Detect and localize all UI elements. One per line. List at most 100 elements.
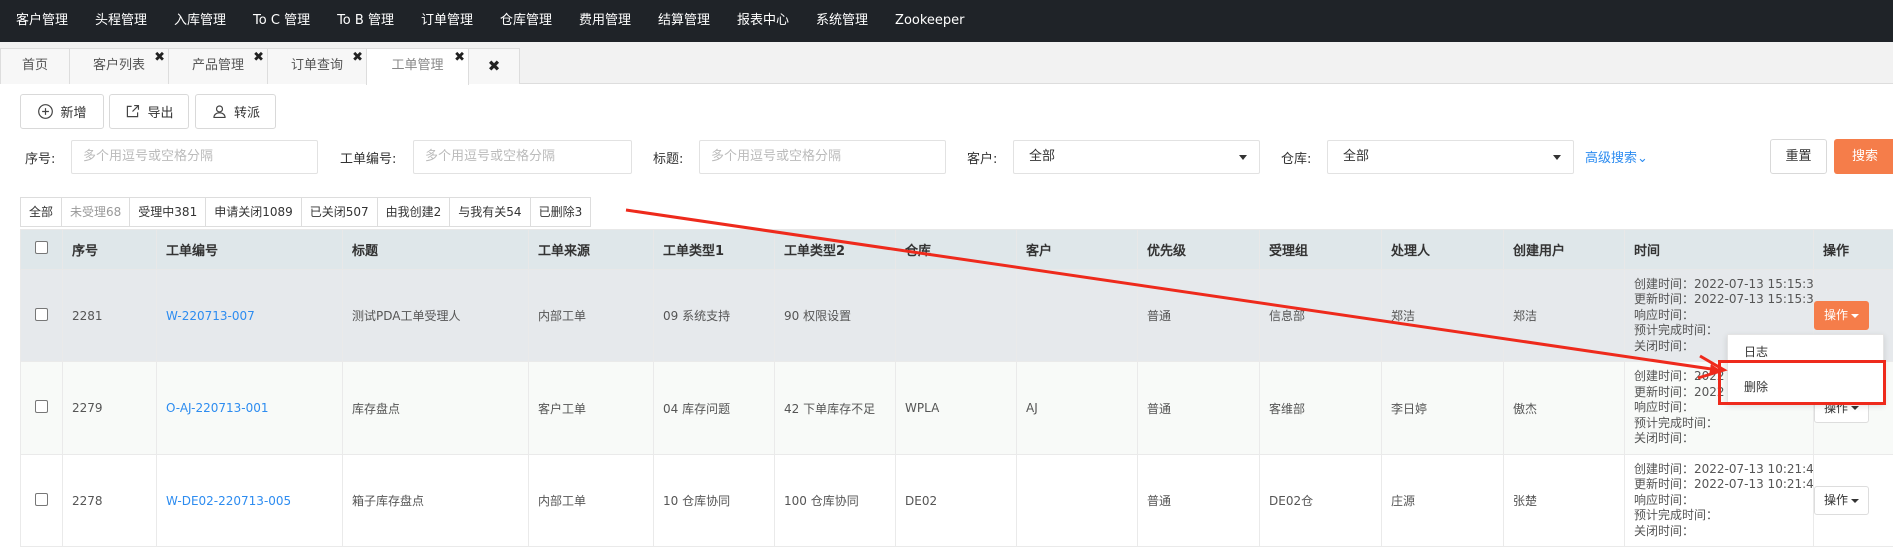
cell-ticket-no: W-DE02-220713-005: [157, 455, 343, 547]
nav-first-leg-mgmt[interactable]: 头程管理: [85, 0, 157, 42]
status-tab-deleted[interactable]: 已删除3: [531, 198, 591, 226]
reset-button[interactable]: 重置: [1770, 139, 1827, 174]
cell-type2: 42 下单库存不足: [775, 362, 896, 455]
warehouse-select[interactable]: 全部: [1327, 140, 1574, 174]
table-row[interactable]: 2281 W-220713-007 测试PDA工单受理人 内部工单 09 系统支…: [21, 270, 1893, 362]
cell-warehouse: DE02: [896, 455, 1017, 547]
ticket-no-link[interactable]: W-220713-007: [166, 309, 255, 323]
title-label: 标题:: [653, 148, 683, 167]
export-button[interactable]: 导出: [109, 94, 189, 129]
cell-type1: 04 库存问题: [654, 362, 775, 455]
advanced-search-label: 高级搜索: [1585, 151, 1637, 166]
cell-warehouse: WPLA: [896, 362, 1017, 455]
caret-down-icon: [1553, 155, 1561, 160]
ticket-no-link[interactable]: W-DE02-220713-005: [166, 494, 291, 508]
transfer-button-label: 转派: [234, 102, 260, 121]
search-button[interactable]: 搜索: [1834, 139, 1893, 174]
nav-tob-mgmt[interactable]: To B 管理: [327, 0, 404, 42]
cell-group: 信息部: [1260, 270, 1382, 362]
nav-inbound-mgmt[interactable]: 入库管理: [164, 0, 236, 42]
status-tab-processing[interactable]: 受理中381: [130, 198, 206, 226]
tab-customer-list[interactable]: 客户列表 ✖: [69, 48, 169, 84]
status-tab-closed[interactable]: 已关闭507: [302, 198, 378, 226]
closed-time: 关闭时间：: [1634, 431, 1813, 447]
response-time: 响应时间：: [1634, 493, 1813, 509]
row-checkbox-cell: [21, 455, 63, 547]
status-tab-close-requested[interactable]: 申请关闭1089: [206, 198, 302, 226]
table-row[interactable]: 2278 W-DE02-220713-005 箱子库存盘点 内部工单 10 仓库…: [21, 455, 1893, 547]
status-tab-all[interactable]: 全部: [21, 198, 62, 226]
cell-seq: 2281: [63, 270, 157, 362]
cell-title: 测试PDA工单受理人: [343, 270, 529, 362]
col-seq: 序号: [63, 230, 157, 270]
row-checkbox[interactable]: [35, 308, 48, 321]
nav-order-mgmt[interactable]: 订单管理: [411, 0, 483, 42]
cell-handler: 李日婷: [1382, 362, 1504, 455]
response-time: 响应时间：: [1634, 308, 1813, 324]
nav-fee-mgmt[interactable]: 费用管理: [569, 0, 641, 42]
cell-time: 创建时间：2022-07-13 10:21:43 更新时间：2022-07-13…: [1625, 455, 1814, 547]
row-checkbox[interactable]: [35, 493, 48, 506]
seq-input[interactable]: 多个用逗号或空格分隔: [71, 140, 318, 174]
annotation-highlight-box: [1718, 360, 1886, 405]
page-tab-bar: 首页 客户列表 ✖ 产品管理 ✖ 订单查询 ✖ 工单管理 ✖ ✖: [0, 42, 1893, 84]
status-tab-related-to-me[interactable]: 与我有关54: [450, 198, 530, 226]
nav-report-center[interactable]: 报表中心: [727, 0, 799, 42]
ticket-no-link[interactable]: O-AJ-220713-001: [166, 401, 269, 415]
close-icon[interactable]: ✖: [454, 51, 465, 64]
tab-ticket-mgmt-label: 工单管理: [391, 58, 443, 73]
row-checkbox-cell: [21, 362, 63, 455]
tab-customer-list-label: 客户列表: [93, 58, 145, 73]
cell-ticket-no: W-220713-007: [157, 270, 343, 362]
caret-down-icon: [1239, 155, 1247, 160]
tab-order-query-label: 订单查询: [291, 58, 343, 73]
ticket-no-input[interactable]: 多个用逗号或空格分隔: [413, 140, 632, 174]
warehouse-label: 仓库:: [1281, 148, 1311, 167]
close-icon[interactable]: ✖: [253, 51, 264, 64]
title-input[interactable]: 多个用逗号或空格分隔: [699, 140, 946, 174]
select-all-checkbox-cell: [21, 230, 63, 270]
status-tab-created-by-me[interactable]: 由我创建2: [378, 198, 451, 226]
cell-title: 箱子库存盘点: [343, 455, 529, 547]
created-time: 创建时间：2022-07-13 15:15:34: [1634, 277, 1813, 293]
action-button-label: 操作: [1824, 493, 1848, 507]
col-title: 标题: [343, 230, 529, 270]
user-icon: [211, 103, 228, 120]
col-ticket-no: 工单编号: [157, 230, 343, 270]
tab-home[interactable]: 首页: [0, 48, 70, 84]
close-icon[interactable]: ✖: [154, 51, 165, 64]
expected-finish-time: 预计完成时间：: [1634, 416, 1813, 432]
customer-select[interactable]: 全部: [1013, 140, 1260, 174]
cell-type2: 100 仓库协同: [775, 455, 896, 547]
action-dropdown-button[interactable]: 操作: [1814, 486, 1869, 515]
cell-type1: 09 系统支持: [654, 270, 775, 362]
nav-warehouse-mgmt[interactable]: 仓库管理: [490, 0, 562, 42]
add-button[interactable]: 新增: [20, 94, 104, 129]
cell-source: 内部工单: [529, 270, 654, 362]
cell-seq: 2279: [63, 362, 157, 455]
tab-ticket-mgmt[interactable]: 工单管理 ✖: [366, 48, 469, 85]
close-icon[interactable]: ✖: [352, 51, 363, 64]
seq-label: 序号:: [25, 148, 55, 167]
col-type2: 工单类型2: [775, 230, 896, 270]
warehouse-select-value: 全部: [1343, 149, 1369, 164]
cell-handler: 郑洁: [1382, 270, 1504, 362]
nav-customer-mgmt[interactable]: 客户管理: [6, 0, 78, 42]
action-dropdown-button[interactable]: 操作: [1814, 301, 1869, 330]
close-all-tabs-button[interactable]: ✖: [468, 48, 520, 84]
top-nav: 客户管理 头程管理 入库管理 To C 管理 To B 管理 订单管理 仓库管理…: [0, 0, 1893, 42]
tab-product-mgmt[interactable]: 产品管理 ✖: [168, 48, 268, 84]
transfer-button[interactable]: 转派: [195, 94, 276, 129]
cell-action: 操作: [1814, 455, 1893, 547]
status-tab-unaccepted[interactable]: 未受理68: [62, 198, 130, 226]
advanced-search-link[interactable]: 高级搜索⌄: [1585, 147, 1648, 166]
nav-settlement-mgmt[interactable]: 结算管理: [648, 0, 720, 42]
select-all-checkbox[interactable]: [35, 241, 48, 254]
row-checkbox[interactable]: [35, 400, 48, 413]
nav-zookeeper[interactable]: Zookeeper: [885, 0, 974, 42]
nav-system-mgmt[interactable]: 系统管理: [806, 0, 878, 42]
nav-toc-mgmt[interactable]: To C 管理: [243, 0, 320, 42]
table-row[interactable]: 2279 O-AJ-220713-001 库存盘点 客户工单 04 库存问题 4…: [21, 362, 1893, 455]
tab-order-query[interactable]: 订单查询 ✖: [267, 48, 367, 84]
cell-customer: [1017, 455, 1138, 547]
